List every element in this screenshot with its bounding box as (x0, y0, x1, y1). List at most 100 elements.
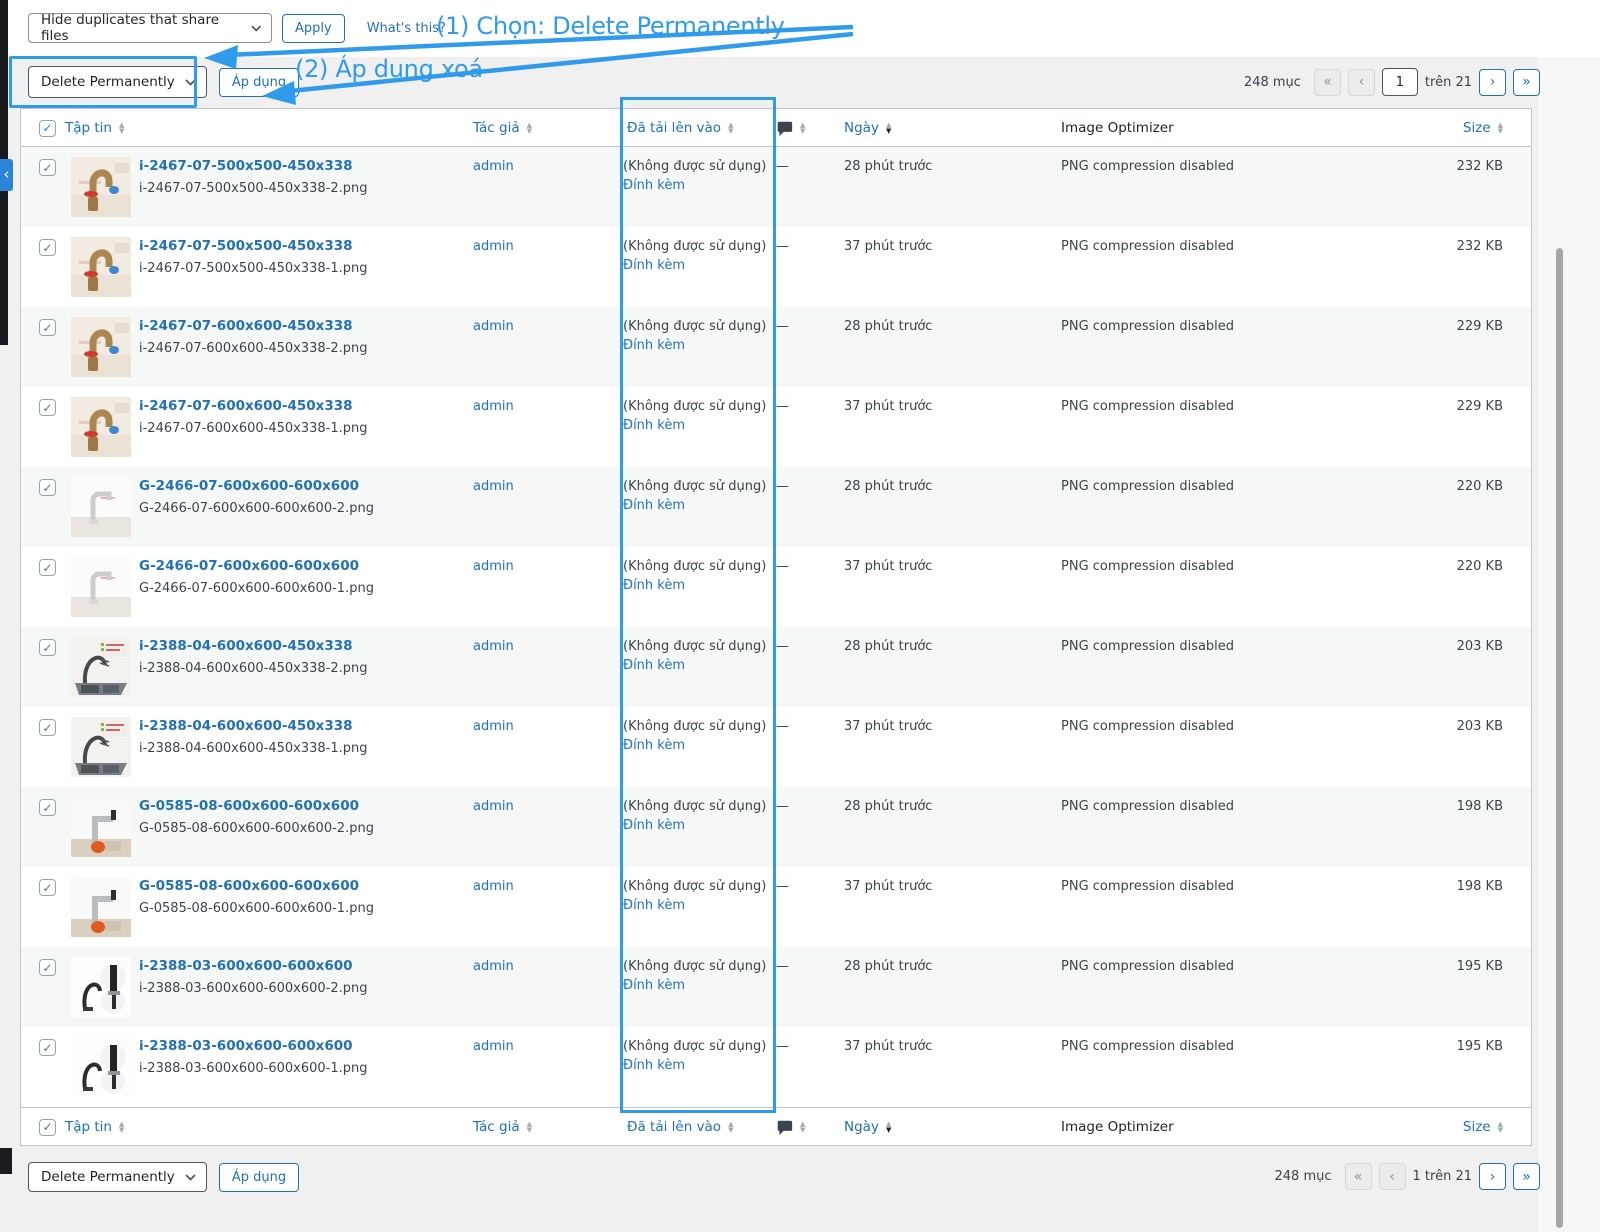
attachment-thumbnail[interactable] (71, 717, 131, 777)
attached-link[interactable]: Đính kèm (623, 498, 685, 513)
author-link[interactable]: admin (473, 479, 514, 494)
author-link[interactable]: admin (473, 959, 514, 974)
column-header-file[interactable]: Tập tin ▲▼ (65, 109, 124, 147)
file-title-link[interactable]: i-2467-07-500x500-450x338 (139, 238, 353, 254)
whats-this-link[interactable]: What's this? (367, 21, 446, 36)
file-title-link[interactable]: i-2388-04-600x600-450x338 (139, 638, 353, 654)
table-footer-row: ✓ Tập tin ▲▼ Tác giả ▲▼ Đã tải lên vào ▲… (21, 1107, 1531, 1146)
column-footer-file[interactable]: Tập tin ▲▼ (65, 1108, 124, 1146)
attached-link[interactable]: Đính kèm (623, 178, 685, 193)
attachment-thumbnail[interactable] (71, 797, 131, 857)
column-header-uploaded[interactable]: Đã tải lên vào ▲▼ (627, 109, 733, 147)
file-title-link[interactable]: G-0585-08-600x600-600x600 (139, 798, 359, 814)
filter-duplicates-select[interactable]: Hide duplicates that share files (28, 13, 272, 43)
attachment-thumbnail[interactable] (71, 157, 131, 217)
column-header-date[interactable]: Ngày ▲▼ (844, 109, 891, 147)
attached-link[interactable]: Đính kèm (623, 978, 685, 993)
attachment-thumbnail[interactable] (71, 877, 131, 937)
author-link[interactable]: admin (473, 239, 514, 254)
current-page-input[interactable] (1382, 68, 1418, 96)
bulk-apply-button-bottom[interactable]: Áp dụng (219, 1163, 299, 1192)
attachment-thumbnail[interactable] (71, 637, 131, 697)
column-footer-author[interactable]: Tác giả ▲▼ (473, 1108, 532, 1146)
apply-filter-button[interactable]: Apply (282, 14, 345, 43)
column-footer-date[interactable]: Ngày ▲▼ (844, 1108, 891, 1146)
attached-link[interactable]: Đính kèm (623, 898, 685, 913)
attachment-thumbnail[interactable] (71, 477, 131, 537)
row-checkbox[interactable]: ✓ (39, 479, 56, 496)
column-footer-comments[interactable]: ▲▼ (776, 1108, 805, 1146)
column-header-size[interactable]: Size ▲▼ (1463, 109, 1503, 147)
author-link[interactable]: admin (473, 1039, 514, 1054)
author-link[interactable]: admin (473, 639, 514, 654)
attached-link[interactable]: Đính kèm (623, 418, 685, 433)
file-title-link[interactable]: i-2388-04-600x600-450x338 (139, 718, 353, 734)
optimizer-status: PNG compression disabled (1061, 719, 1234, 734)
row-checkbox[interactable]: ✓ (39, 399, 56, 416)
row-checkbox[interactable]: ✓ (39, 959, 56, 976)
row-checkbox[interactable]: ✓ (39, 639, 56, 656)
collapse-menu-icon[interactable]: ‹ (0, 159, 13, 191)
attachment-thumbnail[interactable] (71, 957, 131, 1017)
author-link[interactable]: admin (473, 399, 514, 414)
row-checkbox[interactable]: ✓ (39, 719, 56, 736)
row-checkbox[interactable]: ✓ (39, 159, 56, 176)
bulk-apply-button[interactable]: Áp dụng (219, 68, 299, 97)
attached-link[interactable]: Đính kèm (623, 578, 685, 593)
column-footer-uploaded[interactable]: Đã tải lên vào ▲▼ (627, 1108, 733, 1146)
row-checkbox[interactable]: ✓ (39, 799, 56, 816)
sort-icon-active: ▲▼ (886, 122, 891, 134)
bulk-action-label: Delete Permanently (41, 1169, 175, 1185)
file-title-link[interactable]: G-2466-07-600x600-600x600 (139, 558, 359, 574)
attached-link[interactable]: Đính kèm (623, 818, 685, 833)
attached-link[interactable]: Đính kèm (623, 658, 685, 673)
row-checkbox[interactable]: ✓ (39, 879, 56, 896)
usage-status: (Không được sử dụng) (623, 719, 766, 734)
file-title-link[interactable]: i-2467-07-600x600-450x338 (139, 398, 353, 414)
last-page-button[interactable]: » (1513, 1163, 1540, 1190)
vertical-scrollbar[interactable] (1556, 248, 1563, 1228)
author-link[interactable]: admin (473, 719, 514, 734)
comments-value: — (776, 799, 789, 814)
file-title-link[interactable]: i-2467-07-600x600-450x338 (139, 318, 353, 334)
bulk-action-select-bottom[interactable]: Delete Permanently (28, 1162, 207, 1192)
row-checkbox[interactable]: ✓ (39, 1039, 56, 1056)
next-page-button[interactable]: › (1479, 1163, 1506, 1190)
attachment-thumbnail[interactable] (71, 397, 131, 457)
author-link[interactable]: admin (473, 159, 514, 174)
select-all-checkbox[interactable]: ✓ (39, 120, 56, 137)
date-value: 28 phút trước (844, 959, 932, 974)
attachment-thumbnail[interactable] (71, 557, 131, 617)
last-page-button[interactable]: » (1513, 69, 1540, 96)
attachment-thumbnail[interactable] (71, 317, 131, 377)
row-checkbox[interactable]: ✓ (39, 559, 56, 576)
attached-link[interactable]: Đính kèm (623, 1058, 685, 1073)
chevron-down-icon (251, 25, 261, 32)
attached-link[interactable]: Đính kèm (623, 338, 685, 353)
attached-link[interactable]: Đính kèm (623, 738, 685, 753)
column-header-author[interactable]: Tác giả ▲▼ (473, 109, 532, 147)
bulk-action-select[interactable]: Delete Permanently (28, 66, 207, 98)
table-row: ✓ i-2467-07-600x600-450x338 i-2467-07-60… (21, 387, 1531, 467)
author-link[interactable]: admin (473, 319, 514, 334)
file-title-link[interactable]: i-2388-03-600x600-600x600 (139, 958, 353, 974)
optimizer-status: PNG compression disabled (1061, 559, 1234, 574)
date-value: 28 phút trước (844, 799, 932, 814)
attachment-thumbnail[interactable] (71, 1037, 131, 1097)
file-title-link[interactable]: i-2467-07-500x500-450x338 (139, 158, 353, 174)
attachment-thumbnail[interactable] (71, 237, 131, 297)
author-link[interactable]: admin (473, 799, 514, 814)
row-checkbox[interactable]: ✓ (39, 319, 56, 336)
row-checkbox[interactable]: ✓ (39, 239, 56, 256)
author-link[interactable]: admin (473, 559, 514, 574)
filter-duplicates-label: Hide duplicates that share files (41, 12, 241, 44)
file-title-link[interactable]: i-2388-03-600x600-600x600 (139, 1038, 353, 1054)
select-all-checkbox[interactable]: ✓ (39, 1119, 56, 1136)
next-page-button[interactable]: › (1479, 69, 1506, 96)
author-link[interactable]: admin (473, 879, 514, 894)
file-title-link[interactable]: G-0585-08-600x600-600x600 (139, 878, 359, 894)
attached-link[interactable]: Đính kèm (623, 258, 685, 273)
file-title-link[interactable]: G-2466-07-600x600-600x600 (139, 478, 359, 494)
column-header-comments[interactable]: ▲▼ (776, 109, 805, 147)
column-footer-size[interactable]: Size ▲▼ (1463, 1108, 1503, 1146)
